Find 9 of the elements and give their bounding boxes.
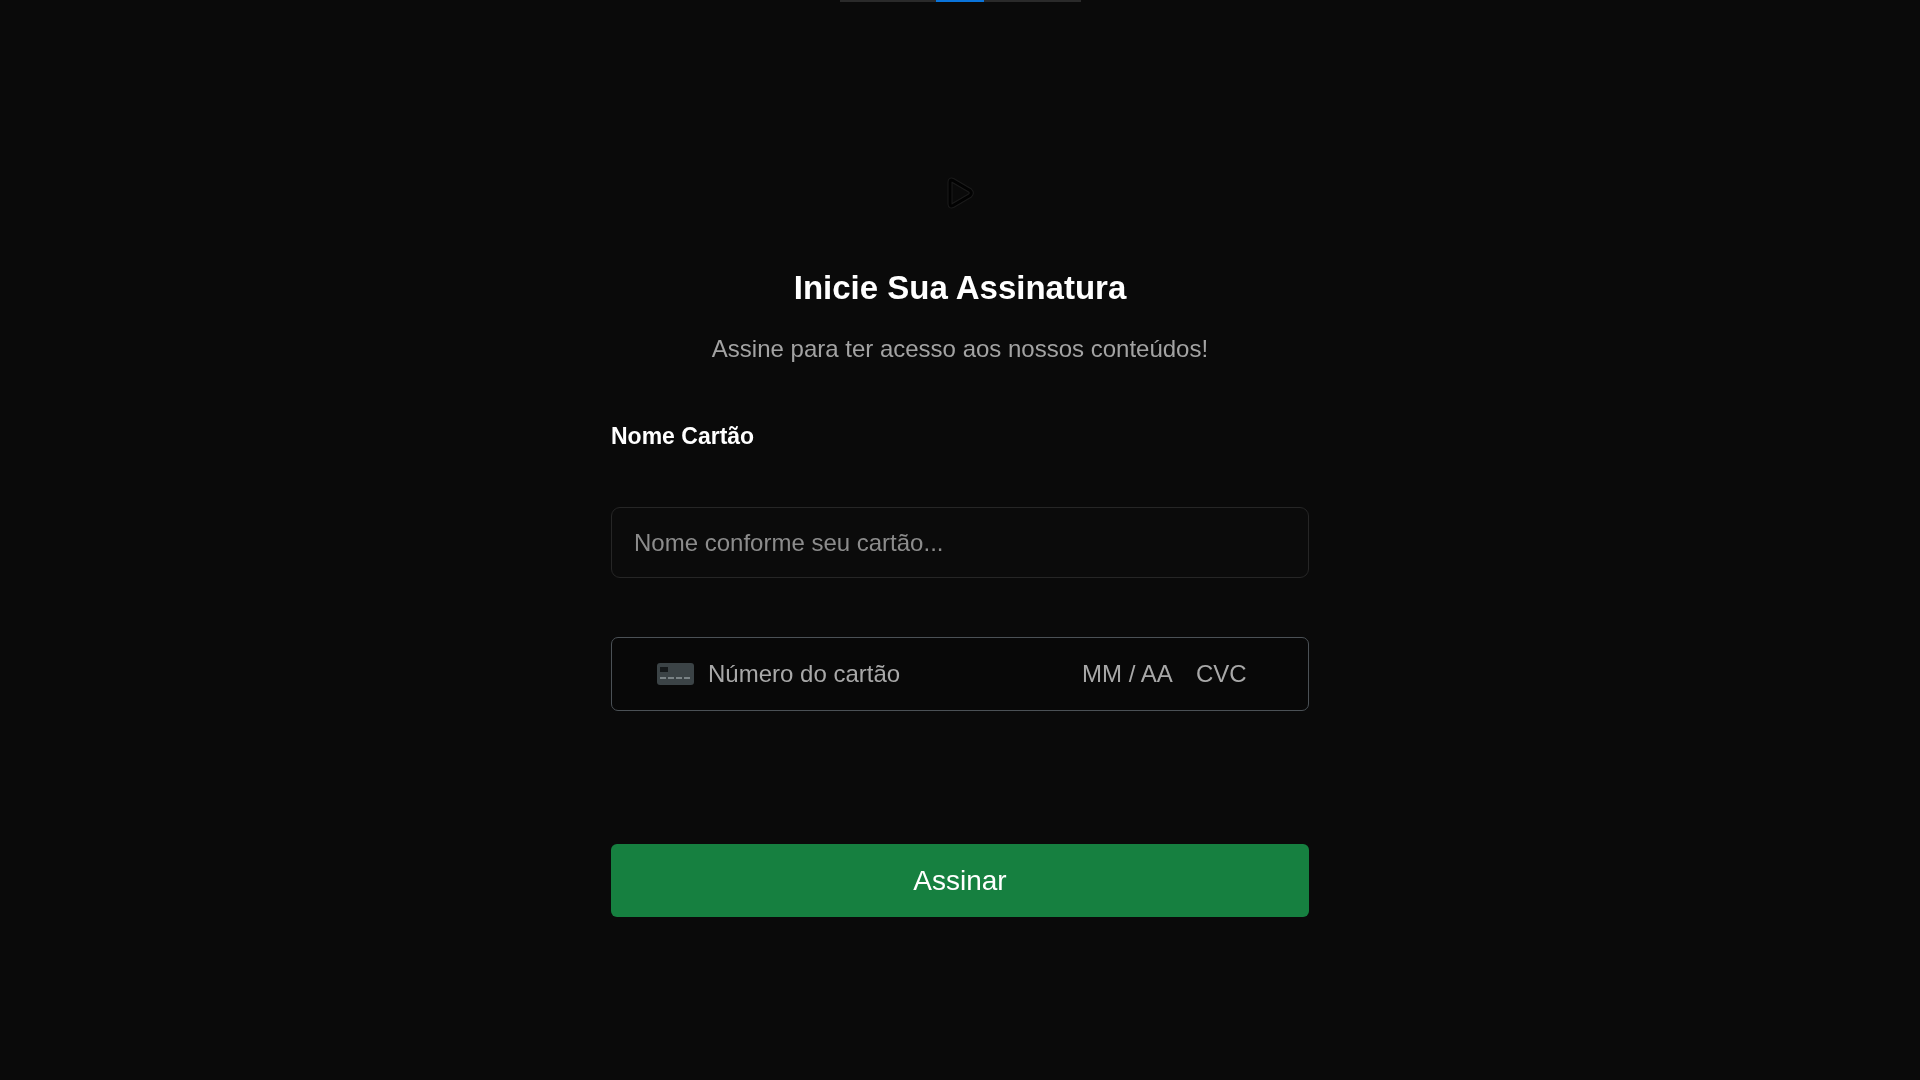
expiry-input[interactable]: MM / AA bbox=[1082, 658, 1182, 690]
subscribe-button[interactable]: Assinar bbox=[611, 844, 1309, 917]
cvc-input[interactable]: CVC bbox=[1196, 658, 1250, 690]
field-label: Nome Cartão bbox=[611, 422, 755, 450]
card-icon bbox=[657, 663, 694, 685]
name-input[interactable]: Nome conforme seu cartão... bbox=[611, 507, 1309, 578]
page-subtitle: Assine para ter acesso aos nossos conteúdos! bbox=[711, 334, 1209, 364]
card-number-input[interactable]: Número do cartão bbox=[708, 658, 1068, 690]
page-title: Inicie Sua Assinatura bbox=[793, 268, 1127, 308]
